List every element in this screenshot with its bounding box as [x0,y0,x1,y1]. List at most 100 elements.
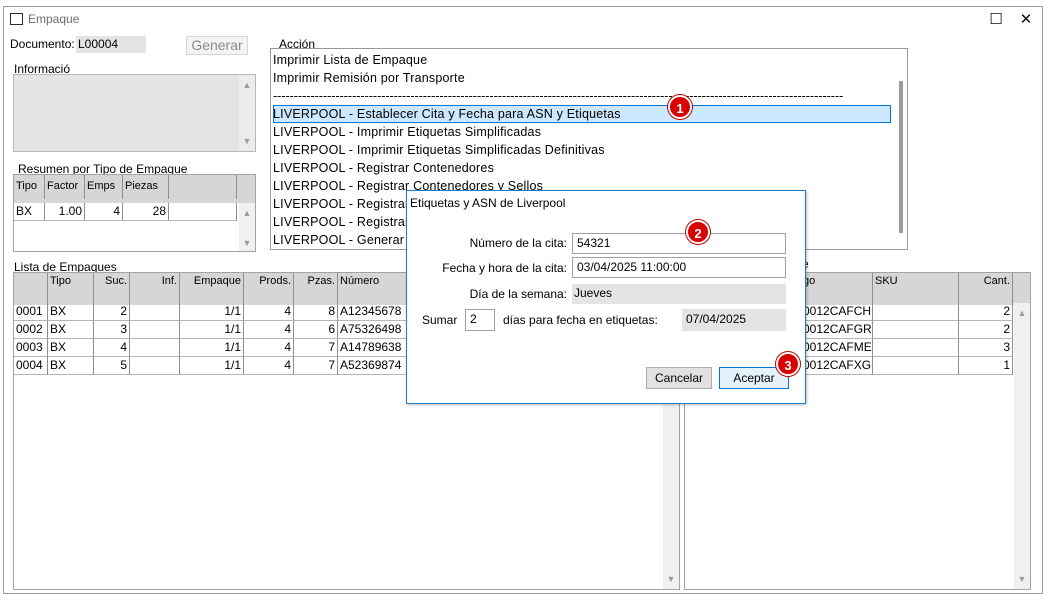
action-item[interactable]: LIVERPOOL - Registrar [273,195,409,213]
col-header[interactable]: Tipo [48,273,94,305]
detalle-cell: 0012CAFXGR [801,357,873,375]
cita-label: Número de la cita: [469,236,567,250]
resumen-cell: 1.00 [45,203,85,221]
informacion-textarea[interactable]: ▲ ▼ [13,74,256,152]
lista-cell [130,357,180,375]
lista-cell: 4 [244,357,294,375]
lista-cell: 7 [294,339,338,357]
lista-cell: 1/1 [180,357,244,375]
detalle-cell: 0012CAFGRA [801,321,873,339]
maximize-icon[interactable]: ☐ [982,10,1010,30]
col-header[interactable]: Piezas [123,175,169,199]
lista-cell: BX [48,339,94,357]
action-item[interactable]: Imprimir Remisión por Transporte [273,69,465,87]
col-header[interactable]: Factor [45,175,85,199]
action-item-selected[interactable]: LIVERPOOL - Establecer Cita y Fecha para… [273,105,621,123]
lista-cell: 1/1 [180,321,244,339]
scroll-up-icon[interactable]: ▲ [1014,305,1030,321]
documento-field[interactable]: L00004 [76,36,146,53]
action-item[interactable]: LIVERPOOL - Generar A [273,231,416,249]
lista-cell: 6 [294,321,338,339]
window-icon [10,13,23,25]
lista-cell: 0003 [14,339,48,357]
dias-label: días para fecha en etiquetas: [503,313,658,327]
scroll-down-icon[interactable]: ▼ [239,235,255,251]
action-item[interactable]: LIVERPOOL - Imprimir Etiquetas Simplific… [273,141,605,159]
window-title: Empaque [28,12,80,26]
lista-cell: BX [48,321,94,339]
cita-input[interactable]: 54321 [572,233,786,254]
fecha-etiquetas-field: 07/04/2025 [682,309,786,331]
dialog-title: Etiquetas y ASN de Liverpool [410,196,566,210]
documento-label: Documento: [10,37,75,51]
lista-cell: 4 [244,339,294,357]
generar-button[interactable]: Generar [186,36,248,55]
lista-cell: BX [48,357,94,375]
col-header[interactable]: Pzas. [294,273,338,305]
lista-cell: 1/1 [180,303,244,321]
scroll-down-icon[interactable]: ▼ [239,133,255,149]
lista-cell: 0004 [14,357,48,375]
detalle-cell: 2 [959,321,1013,339]
detalle-cell: 2 [959,303,1013,321]
scroll-down-icon[interactable]: ▼ [1014,571,1030,587]
action-item[interactable]: LIVERPOOL - Registrar Contenedores [273,159,494,177]
lista-cell [130,303,180,321]
lista-cell: 7 [294,357,338,375]
col-header[interactable]: Tipo [14,175,45,199]
col-header[interactable]: Cant. [959,273,1013,305]
fecha-label: Fecha y hora de la cita: [442,261,567,275]
detalle-cell: 0012CAFCHI [801,303,873,321]
accion-scrollbar-thumb[interactable] [899,81,903,233]
step-badge-3: 3 [776,352,800,376]
action-separator: ----------------------------------------… [273,89,844,103]
liverpool-dialog: Etiquetas y ASN de Liverpool Número de l… [406,190,806,404]
lista-cell [130,339,180,357]
lista-cell [130,321,180,339]
lista-cell: 4 [244,303,294,321]
detalle-cell [873,357,959,375]
col-header[interactable]: SKU [873,273,959,305]
detalle-scrollbar[interactable]: ▲ ▼ [1014,303,1030,589]
scroll-up-icon[interactable]: ▲ [239,77,255,93]
action-item[interactable]: LIVERPOOL - Imprimir Etiquetas Simplific… [273,123,541,141]
title-bar: Empaque ☐ ✕ [4,7,1042,33]
col-header[interactable]: Emps [85,175,123,199]
dia-field: Jueves [572,284,786,304]
action-item[interactable]: LIVERPOOL - Registrar [273,213,409,231]
resumen-grid: Tipo Factor Emps Piezas BX 1.00 4 28 ▲ ▼ [13,174,256,252]
detalle-cell: 1 [959,357,1013,375]
step-badge-2: 2 [686,220,710,244]
close-icon[interactable]: ✕ [1012,10,1040,30]
dia-label: Día de la semana: [469,287,567,301]
resumen-scrollbar[interactable]: ▲ ▼ [239,203,255,251]
step-badge-1: 1 [668,95,692,119]
col-header[interactable]: Inf. [130,273,180,305]
col-header-empty [1013,273,1030,305]
scroll-down-icon[interactable]: ▼ [663,571,679,587]
lista-cell: A52369874 [338,357,410,375]
action-item[interactable]: Imprimir Lista de Empaque [273,51,427,69]
informacion-scrollbar[interactable]: ▲ ▼ [239,75,255,151]
fecha-input[interactable]: 03/04/2025 11:00:00 [572,257,786,278]
cancel-button[interactable]: Cancelar [646,367,712,389]
col-header-empty [237,175,255,199]
lista-cell: 3 [94,321,130,339]
scroll-up-icon[interactable]: ▲ [239,205,255,221]
lista-cell: A75326498 [338,321,410,339]
lista-cell: 5 [94,357,130,375]
resumen-cell: BX [14,203,45,221]
col-header-empty [14,273,48,305]
col-header-empty [169,175,237,199]
col-header[interactable]: Suc. [94,273,130,305]
lista-cell: A14789638 [338,339,410,357]
sumar-input[interactable]: 2 [465,309,495,331]
detalle-cell: 3 [959,339,1013,357]
lista-cell: 0001 [14,303,48,321]
detalle-cell [873,321,959,339]
col-header[interactable]: Prods. [244,273,294,305]
lista-cell: 4 [94,339,130,357]
lista-cell: 8 [294,303,338,321]
lista-cell: 2 [94,303,130,321]
col-header[interactable]: Empaque [180,273,244,305]
